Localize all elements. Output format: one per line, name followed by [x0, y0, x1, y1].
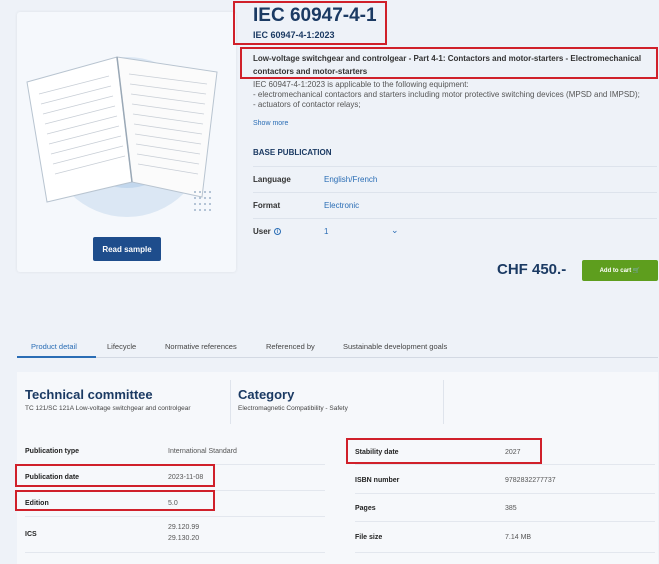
ics-value[interactable]: 29.130.20	[168, 535, 199, 542]
technical-committee-heading: Technical committee	[25, 387, 153, 402]
format-select[interactable]: Electronic	[324, 201, 359, 210]
highlight-box-stability-date	[346, 438, 542, 464]
divider	[355, 552, 655, 553]
divider	[355, 521, 655, 522]
active-tab-indicator	[17, 356, 96, 358]
description-line: IEC 60947-4-1:2023 is applicable to the …	[253, 80, 469, 89]
description-line: - electromechanical contactors and start…	[253, 90, 640, 99]
add-to-cart-button[interactable]: Add to cart 🛒	[582, 260, 658, 281]
category-value[interactable]: Electromagnetic Compatibility - Safety	[238, 405, 348, 412]
read-sample-button[interactable]: Read sample	[93, 237, 161, 261]
file-size-value: 7.14 MB	[505, 534, 532, 541]
divider	[355, 493, 655, 494]
product-image-card: Read sample	[17, 12, 236, 272]
user-count-select[interactable]: 1	[324, 227, 328, 236]
ics-label: ICS	[25, 531, 37, 538]
technical-committee-value[interactable]: TC 121/SC 121A Low-voltage switchgear an…	[25, 405, 190, 412]
file-size-label: File size	[355, 534, 383, 541]
tab-sustainable-development-goals[interactable]: Sustainable development goals	[343, 342, 447, 351]
category-heading: Category	[238, 387, 295, 402]
option-label: Format	[253, 201, 281, 210]
highlight-box-title	[233, 1, 387, 45]
base-publication-heading: BASE PUBLICATION	[253, 148, 332, 157]
option-label: Language	[253, 175, 291, 184]
publication-type-value: International Standard	[168, 448, 237, 455]
isbn-value: 9782832277737	[505, 477, 556, 484]
language-select[interactable]: English/French	[324, 175, 377, 184]
highlight-box-publication-date	[15, 464, 215, 487]
option-label: User i	[253, 227, 281, 236]
highlight-box-full-title	[240, 47, 658, 79]
chevron-down-icon[interactable]: ⌄	[391, 225, 399, 236]
option-row-language: Language English/French	[253, 166, 657, 192]
divider	[355, 464, 655, 465]
tab-product-detail[interactable]: Product detail	[31, 342, 77, 351]
show-more-link[interactable]: Show more	[253, 120, 288, 127]
publication-type-label: Publication type	[25, 448, 80, 455]
highlight-box-edition	[15, 490, 215, 511]
divider	[25, 516, 325, 517]
isbn-label: ISBN number	[355, 477, 400, 484]
tab-normative-references[interactable]: Normative references	[165, 342, 237, 351]
option-row-format: Format Electronic	[253, 192, 657, 218]
pages-value: 385	[505, 505, 517, 512]
divider	[230, 380, 231, 424]
tab-referenced-by[interactable]: Referenced by	[266, 342, 315, 351]
tab-lifecycle[interactable]: Lifecycle	[107, 342, 136, 351]
description-line: - actuators of contactor relays;	[253, 100, 361, 109]
tab-bar: Product detail Lifecycle Normative refer…	[17, 337, 658, 358]
price: CHF 450.-	[497, 261, 567, 278]
divider	[443, 380, 444, 424]
description: IEC 60947-4-1:2023 is applicable to the …	[253, 80, 653, 110]
info-icon[interactable]: i	[273, 228, 281, 236]
cart-icon: 🛒	[632, 268, 641, 274]
book-illustration	[26, 56, 218, 217]
ics-value[interactable]: 29.120.99	[168, 524, 199, 531]
pages-label: Pages	[355, 505, 376, 512]
option-row-user: User i 1 ⌄	[253, 218, 657, 244]
divider	[25, 552, 325, 553]
